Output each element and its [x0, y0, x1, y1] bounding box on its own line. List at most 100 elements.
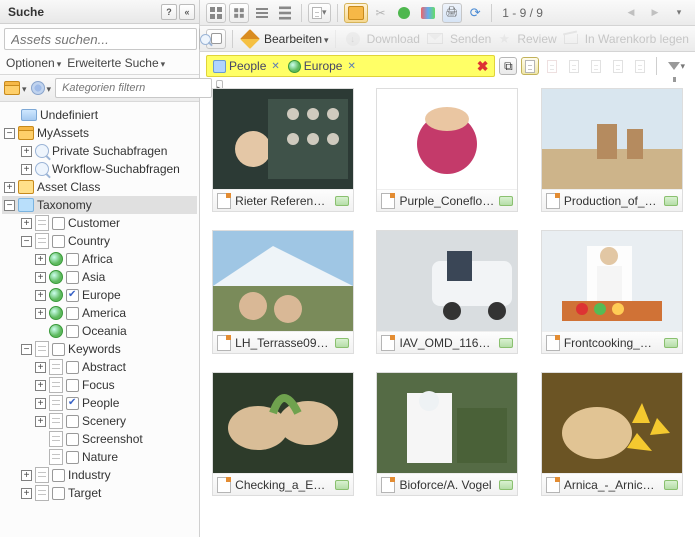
checkbox[interactable] [66, 271, 79, 284]
advanced-search-dropdown[interactable]: Erweiterte Suche [67, 56, 165, 70]
tree-target[interactable]: Target [68, 486, 101, 500]
checkbox[interactable] [66, 325, 79, 338]
filter-dropdown[interactable]: ▾ [664, 56, 689, 76]
asset-thumbnail[interactable] [542, 373, 682, 473]
tree-focus[interactable]: Focus [82, 378, 115, 392]
asset-card[interactable]: Purple_Coneflowe [376, 88, 518, 212]
expand-toggle[interactable]: + [35, 272, 46, 283]
checkbox[interactable] [52, 235, 65, 248]
expand-toggle[interactable]: + [21, 488, 32, 499]
view-grid-large[interactable] [206, 3, 226, 23]
tree-keywords[interactable]: Keywords [68, 342, 121, 356]
edit-icon[interactable] [239, 29, 261, 49]
asset-card[interactable]: Arnica_-_Arnica_r [541, 372, 683, 496]
category-filter-input[interactable] [55, 78, 212, 98]
expand-toggle[interactable]: + [35, 362, 46, 373]
folder-menu[interactable] [4, 81, 27, 95]
expand-toggle[interactable]: + [21, 164, 32, 175]
tree-people[interactable]: People [82, 396, 119, 410]
asset-card[interactable]: Checking_a_Echir [212, 372, 354, 496]
expand-toggle[interactable]: − [21, 344, 32, 355]
asset-thumbnail[interactable] [377, 89, 517, 189]
expand-toggle[interactable]: + [21, 218, 32, 229]
search-input[interactable] [4, 28, 197, 50]
add-to-cart-icon[interactable] [664, 338, 678, 348]
checkbox[interactable] [52, 487, 65, 500]
filter-chip-people[interactable]: People✕ [213, 59, 280, 73]
expand-toggle[interactable]: − [4, 200, 15, 211]
expand-toggle[interactable]: + [35, 398, 46, 409]
add-to-cart-icon[interactable] [335, 480, 349, 490]
asset-thumbnail[interactable] [213, 373, 353, 473]
new-button[interactable] [394, 3, 414, 23]
tree-asia[interactable]: Asia [82, 270, 105, 284]
tree-undefiniert[interactable]: Undefiniert [40, 108, 98, 122]
expand-toggle[interactable]: + [35, 308, 46, 319]
checkbox[interactable] [66, 433, 79, 446]
checkbox-checked[interactable] [66, 397, 79, 410]
tree-asset-class[interactable]: Asset Class [37, 180, 100, 194]
add-to-cart-icon[interactable] [335, 338, 349, 348]
color-button[interactable] [417, 3, 439, 23]
expand-toggle[interactable]: + [35, 380, 46, 391]
checkbox[interactable] [66, 307, 79, 320]
expand-toggle[interactable]: + [4, 182, 15, 193]
checkbox[interactable] [66, 379, 79, 392]
folder-action[interactable] [344, 3, 368, 23]
checkbox[interactable] [52, 217, 65, 230]
collapse-button[interactable]: « [179, 4, 195, 20]
add-to-cart-icon[interactable] [664, 196, 678, 206]
view-list1[interactable] [252, 3, 272, 23]
asset-card[interactable]: Rieter Reference_ [212, 88, 354, 212]
add-to-cart-icon[interactable] [335, 196, 349, 206]
add-to-cart-icon[interactable] [499, 196, 513, 206]
tree-screenshot[interactable]: Screenshot [82, 432, 143, 446]
expand-toggle[interactable]: + [35, 254, 46, 265]
page-menu[interactable]: ▾ [669, 3, 689, 23]
asset-thumbnail[interactable] [377, 373, 517, 473]
remove-chip-icon[interactable]: ✕ [271, 61, 279, 72]
asset-card[interactable]: LH_Terrasse09_Pl [212, 230, 354, 354]
expand-toggle[interactable]: − [4, 128, 15, 139]
add-to-cart-icon[interactable] [499, 338, 513, 348]
asset-thumbnail[interactable] [213, 89, 353, 189]
checkbox[interactable] [66, 253, 79, 266]
print-button[interactable]: 🖨 [442, 3, 463, 23]
tree-myassets[interactable]: MyAssets [37, 126, 89, 140]
tree-workflow-searches[interactable]: Workflow-Suchabfragen [52, 162, 180, 176]
action-doc[interactable] [521, 57, 539, 75]
asset-thumbnail[interactable] [542, 89, 682, 189]
view-list2[interactable] [275, 3, 295, 23]
tree-customer[interactable]: Customer [68, 216, 120, 230]
asset-thumbnail[interactable] [542, 231, 682, 331]
remove-chip-icon[interactable]: ✕ [347, 61, 355, 72]
checkbox[interactable] [66, 361, 79, 374]
clear-filters-button[interactable]: ✖ [477, 58, 489, 75]
tree-scenery[interactable]: Scenery [82, 414, 126, 428]
filter-chip-europe[interactable]: Europe✕ [288, 59, 356, 73]
checkbox[interactable] [66, 415, 79, 428]
expand-toggle[interactable]: + [21, 470, 32, 481]
options-dropdown[interactable]: Optionen [6, 56, 61, 70]
asset-card[interactable]: IAV_OMD_1169_( [376, 230, 518, 354]
help-button[interactable]: ? [161, 4, 177, 20]
tree-africa[interactable]: Africa [82, 252, 113, 266]
asset-thumbnail[interactable] [213, 231, 353, 331]
tree-europe[interactable]: Europe [82, 288, 121, 302]
action-copy[interactable]: ⧉ [499, 57, 517, 75]
checkbox-checked[interactable] [66, 289, 79, 302]
tree-america[interactable]: America [82, 306, 126, 320]
refresh-button[interactable]: ⟳ [465, 3, 485, 23]
edit-dropdown[interactable]: Bearbeiten [264, 32, 329, 46]
checkbox[interactable] [66, 451, 79, 464]
checkbox[interactable] [52, 343, 65, 356]
tree-industry[interactable]: Industry [68, 468, 111, 482]
asset-thumbnail[interactable] [377, 231, 517, 331]
settings-menu[interactable] [31, 81, 52, 95]
tree-taxonomy[interactable]: Taxonomy [37, 198, 92, 212]
add-to-cart-icon[interactable] [664, 480, 678, 490]
page-size-dropdown[interactable]: ▾ [308, 3, 331, 23]
tree-nature[interactable]: Nature [82, 450, 118, 464]
tree-private-searches[interactable]: Private Suchabfragen [52, 144, 167, 158]
tree-oceania[interactable]: Oceania [82, 324, 127, 338]
